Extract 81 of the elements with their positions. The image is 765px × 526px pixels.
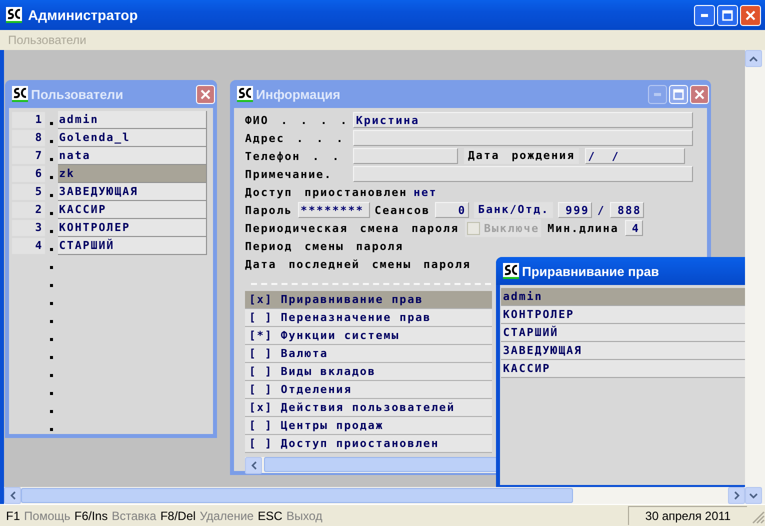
close-button[interactable]: [740, 4, 761, 26]
checkbox-label: Выключе: [484, 222, 540, 234]
field-value: нет: [413, 186, 438, 198]
dot-mark: [50, 212, 53, 214]
hotkey-label: F1: [6, 508, 20, 522]
list-item[interactable]: ЗАВЕДУЮЩАЯ: [501, 342, 745, 360]
status-date: 30 апреля 2011: [628, 506, 747, 525]
maximize-icon: [721, 8, 734, 22]
field-label: ФИО . . . .: [245, 114, 347, 126]
list-item[interactable]: КАССИР: [501, 360, 745, 378]
row-number: 8: [12, 130, 45, 146]
dot-mark: [50, 320, 53, 322]
vertical-scrollbar[interactable]: [745, 50, 765, 504]
hotkey-label: F6/Ins: [74, 508, 108, 522]
window-title: Пользователи: [31, 86, 124, 102]
close-icon: [744, 8, 757, 22]
app-logo-icon: [12, 86, 28, 102]
minimize-button[interactable]: [694, 4, 715, 26]
scroll-thumb[interactable]: [21, 488, 573, 503]
dot-mark: [50, 176, 53, 178]
row-number: 7: [12, 148, 45, 164]
dot-mark: [50, 122, 53, 124]
dot-mark: [50, 374, 53, 376]
dot-mark: [50, 410, 53, 412]
list-item[interactable]: КОНТРОЛЕР: [501, 306, 745, 324]
scroll-down-button[interactable]: [745, 487, 762, 504]
field-label: Периодическая смена пароля: [245, 222, 459, 234]
app-logo-icon: [503, 263, 519, 279]
field-label: Пароль: [245, 204, 293, 216]
separator-text: /: [597, 204, 606, 216]
scroll-up-button[interactable]: [745, 50, 762, 67]
field-label: Доступ приостановлен: [245, 186, 408, 198]
row-number: 5: [12, 184, 45, 200]
list-item[interactable]: СТАРШИЙ: [501, 324, 745, 342]
dot-mark: [50, 140, 53, 142]
hint-label: Помощь: [24, 508, 70, 522]
hotkey-label: F8/Del: [160, 508, 196, 522]
dot-mark: [50, 338, 53, 340]
app-logo-icon: [237, 86, 253, 102]
hint-label: Удаление: [200, 508, 254, 522]
dot-mark: [50, 302, 53, 304]
dot-mark: [50, 356, 53, 358]
dot-mark: [50, 428, 53, 430]
row-number: 6: [12, 166, 45, 182]
dot-mark: [50, 392, 53, 394]
hotkey-label: ESC: [258, 508, 282, 522]
field-label: Дата последней смены пароля: [245, 258, 471, 270]
scroll-left-button[interactable]: [4, 487, 21, 504]
field-label: Примечание.: [245, 168, 334, 180]
row-number: 3: [12, 220, 45, 236]
list-item[interactable]: admin: [501, 288, 745, 306]
maximize-icon: [672, 88, 685, 100]
minimize-icon: [701, 14, 708, 16]
horizontal-scrollbar[interactable]: [4, 487, 745, 504]
scroll-right-button[interactable]: [728, 487, 745, 504]
hint-label: Выход: [286, 508, 322, 522]
field-label: Дата рождения: [464, 148, 579, 164]
field-label: Телефон . .: [245, 150, 342, 162]
window-title: Приравнивание прав: [522, 264, 660, 278]
dot-mark: [50, 266, 53, 268]
minimize-icon: [654, 92, 661, 96]
field-label: Период смены пароля: [245, 240, 404, 252]
dot-mark: [50, 248, 53, 250]
dot-mark: [50, 158, 53, 160]
dot-mark: [50, 230, 53, 232]
field-label: Банк/Отд.: [474, 202, 554, 218]
hint-label: Вставка: [112, 508, 156, 522]
maximize-button[interactable]: [717, 4, 738, 26]
field-label: Адрес . . .: [245, 132, 346, 144]
close-icon: [199, 88, 212, 100]
window-title: Администратор: [28, 7, 139, 23]
app-logo-icon: [6, 7, 22, 23]
field-label: Сеансов: [374, 204, 430, 216]
window-title: Информация: [256, 86, 342, 102]
row-number: 2: [12, 202, 45, 218]
close-icon: [693, 88, 706, 100]
row-number: 4: [12, 238, 45, 254]
dot-mark: [50, 284, 53, 286]
dot-mark: [50, 194, 53, 196]
row-number: 1: [12, 112, 45, 128]
field-label: Мин.длина: [547, 222, 619, 234]
